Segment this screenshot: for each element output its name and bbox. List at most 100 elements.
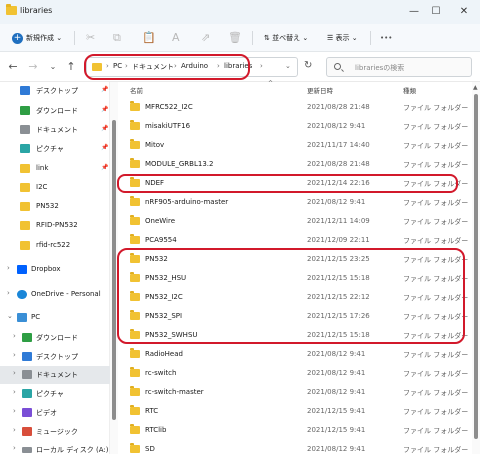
breadcrumb-documents[interactable]: ドキュメント (132, 62, 174, 72)
sidebar-item-pc-desktop[interactable]: › デスクトップ (0, 348, 110, 366)
expand-chevron-icon[interactable]: › (13, 369, 16, 377)
file-row[interactable]: OneWire 2021/12/11 14:09 ファイル フォルダー (118, 212, 472, 230)
expand-chevron-icon[interactable]: › (7, 289, 10, 297)
more-options-button[interactable]: ••• (380, 24, 392, 52)
expand-chevron-icon[interactable]: › (13, 444, 16, 452)
sidebar-scrollbar[interactable] (110, 82, 118, 454)
file-row[interactable]: NDEF 2021/12/14 22:16 ファイル フォルダー (118, 174, 472, 192)
file-name: PN532_I2C (145, 293, 183, 301)
sidebar-item-documents[interactable]: ドキュメント 📌 (0, 121, 110, 139)
expand-chevron-icon[interactable]: › (13, 332, 16, 340)
sidebar-item-downloads[interactable]: ダウンロード 📌 (0, 102, 110, 120)
file-row[interactable]: RadioHead 2021/08/12 9:41 ファイル フォルダー (118, 345, 472, 363)
up-button[interactable]: ↑ (64, 60, 78, 73)
file-row[interactable]: misakiUTF16 2021/08/12 9:41 ファイル フォルダー (118, 117, 472, 135)
file-row[interactable]: RTClib 2021/12/15 9:41 ファイル フォルダー (118, 421, 472, 439)
sidebar-item-dropbox[interactable]: › Dropbox (0, 261, 110, 279)
scroll-up-icon[interactable]: ▲ (473, 84, 478, 91)
file-row[interactable]: MFRC522_I2C 2021/08/28 21:48 ファイル フォルダー (118, 98, 472, 116)
sidebar-item-pc-videos[interactable]: › ビデオ (0, 404, 110, 422)
paste-icon[interactable]: 📋 (142, 24, 156, 52)
pin-icon: 📌 (101, 106, 109, 113)
file-date: 2021/11/17 14:40 (307, 141, 370, 149)
back-button[interactable]: ← (6, 60, 20, 73)
minimize-button[interactable]: — (404, 4, 424, 20)
rename-icon[interactable]: A (172, 24, 180, 52)
file-row[interactable]: SD 2021/08/12 9:41 ファイル フォルダー (118, 440, 472, 454)
file-row[interactable]: PN532_SPI 2021/12/15 17:26 ファイル フォルダー (118, 307, 472, 325)
drive-icon (22, 447, 32, 453)
sidebar-item-pc-downloads[interactable]: › ダウンロード (0, 329, 110, 347)
file-row[interactable]: PN532_SWHSU 2021/12/15 15:18 ファイル フォルダー (118, 326, 472, 344)
recent-locations-button[interactable]: ⌄ (46, 62, 60, 71)
file-list-scrollbar[interactable]: ▲ (472, 82, 480, 454)
expand-chevron-icon[interactable]: › (13, 426, 16, 434)
sidebar-item-local-disk-a[interactable]: › ローカル ディスク (A:) (0, 441, 110, 454)
file-row[interactable]: rc-switch 2021/08/12 9:41 ファイル フォルダー (118, 364, 472, 382)
file-row[interactable]: rc-switch-master 2021/08/12 9:41 ファイル フォルダ… (118, 383, 472, 401)
breadcrumb-pc[interactable]: PC (113, 62, 122, 70)
breadcrumb-arduino[interactable]: Arduino (181, 62, 208, 70)
file-row[interactable]: MODULE_GRBL13.2 2021/08/28 21:48 ファイル フォルダ… (118, 155, 472, 173)
file-row[interactable]: RTC 2021/12/15 9:41 ファイル フォルダー (118, 402, 472, 420)
column-header-name[interactable]: 名前 (130, 85, 143, 95)
sidebar-item-pc-music[interactable]: › ミュージック (0, 423, 110, 441)
file-name: rc-switch-master (145, 388, 204, 396)
address-dropdown-button[interactable]: ⌄ (285, 62, 291, 70)
window-title: libraries (20, 6, 53, 15)
file-row[interactable]: PN532 2021/12/15 23:25 ファイル フォルダー (118, 250, 472, 268)
cut-icon[interactable]: ✂ (86, 24, 95, 52)
sidebar-item-label: ドキュメント (36, 371, 78, 379)
file-row[interactable]: PN532_HSU 2021/12/15 15:18 ファイル フォルダー (118, 269, 472, 287)
column-header: ^ 名前 更新日時 種類 (118, 80, 472, 96)
scrollbar-thumb[interactable] (112, 120, 116, 420)
collapse-chevron-icon[interactable]: ⌄ (7, 312, 13, 320)
sidebar-item-label: I2C (36, 183, 48, 191)
view-button[interactable]: ☰ 表示 ⌄ (327, 24, 358, 52)
maximize-button[interactable]: ☐ (426, 4, 446, 20)
refresh-button[interactable]: ↻ (304, 60, 312, 71)
address-input[interactable]: › PC › ドキュメント › Arduino › libraries › ⌄ (86, 57, 298, 77)
desktop-icon (22, 352, 32, 361)
new-button[interactable]: + 新規作成 ⌄ (12, 24, 62, 52)
close-button[interactable]: ✕ (454, 4, 474, 20)
sidebar-item-pc[interactable]: ⌄ PC (0, 309, 110, 327)
copy-icon[interactable]: ⧉ (113, 24, 121, 52)
sidebar-item-rfid-pn532[interactable]: RFID-PN532 (0, 217, 110, 235)
expand-chevron-icon[interactable]: › (13, 388, 16, 396)
sidebar-item-onedrive[interactable]: › OneDrive - Personal (0, 286, 110, 304)
file-type: ファイル フォルダー (403, 389, 469, 397)
pin-icon: 📌 (101, 86, 109, 93)
plus-icon: + (12, 32, 23, 44)
file-type: ファイル フォルダー (403, 446, 469, 454)
sidebar-item-pictures[interactable]: ピクチャ 📌 (0, 140, 110, 158)
forward-button[interactable]: → (26, 60, 40, 73)
file-row[interactable]: PN532_I2C 2021/12/15 22:12 ファイル フォルダー (118, 288, 472, 306)
sidebar-item-rfid-rc522[interactable]: rfid-rc522 (0, 237, 110, 255)
expand-chevron-icon[interactable]: › (7, 264, 10, 272)
expand-chevron-icon[interactable]: › (13, 407, 16, 415)
delete-icon[interactable]: 🗑 (228, 24, 242, 52)
file-row[interactable]: PCA9554 2021/12/09 22:11 ファイル フォルダー (118, 231, 472, 249)
sidebar-item-link[interactable]: link 📌 (0, 160, 110, 178)
breadcrumb-libraries[interactable]: libraries (224, 62, 252, 70)
sidebar-item-pn532[interactable]: PN532 (0, 198, 110, 216)
expand-chevron-icon[interactable]: › (13, 351, 16, 359)
file-date: 2021/08/12 9:41 (307, 388, 366, 396)
sidebar-item-pc-documents[interactable]: › ドキュメント (0, 366, 110, 384)
folder-icon (130, 405, 140, 415)
file-row[interactable]: nRF905-arduino-master 2021/08/12 9:41 ファイル… (118, 193, 472, 211)
column-header-type[interactable]: 種類 (403, 85, 416, 95)
share-icon[interactable]: ⇗ (201, 24, 210, 52)
sort-button[interactable]: ⇅ 並べ替え ⌄ (264, 24, 308, 52)
folder-icon (20, 241, 30, 250)
file-type: ファイル フォルダー (403, 427, 469, 435)
file-row[interactable]: Mitov 2021/11/17 14:40 ファイル フォルダー (118, 136, 472, 154)
column-header-date[interactable]: 更新日時 (307, 85, 333, 95)
sidebar-item-i2c[interactable]: I2C (0, 179, 110, 197)
search-input[interactable]: librariesの検索 (326, 57, 472, 77)
scrollbar-thumb[interactable] (474, 94, 478, 439)
sidebar-item-desktop[interactable]: デスクトップ 📌 (0, 82, 110, 100)
folder-icon (92, 63, 102, 71)
sidebar-item-pc-pictures[interactable]: › ピクチャ (0, 385, 110, 403)
